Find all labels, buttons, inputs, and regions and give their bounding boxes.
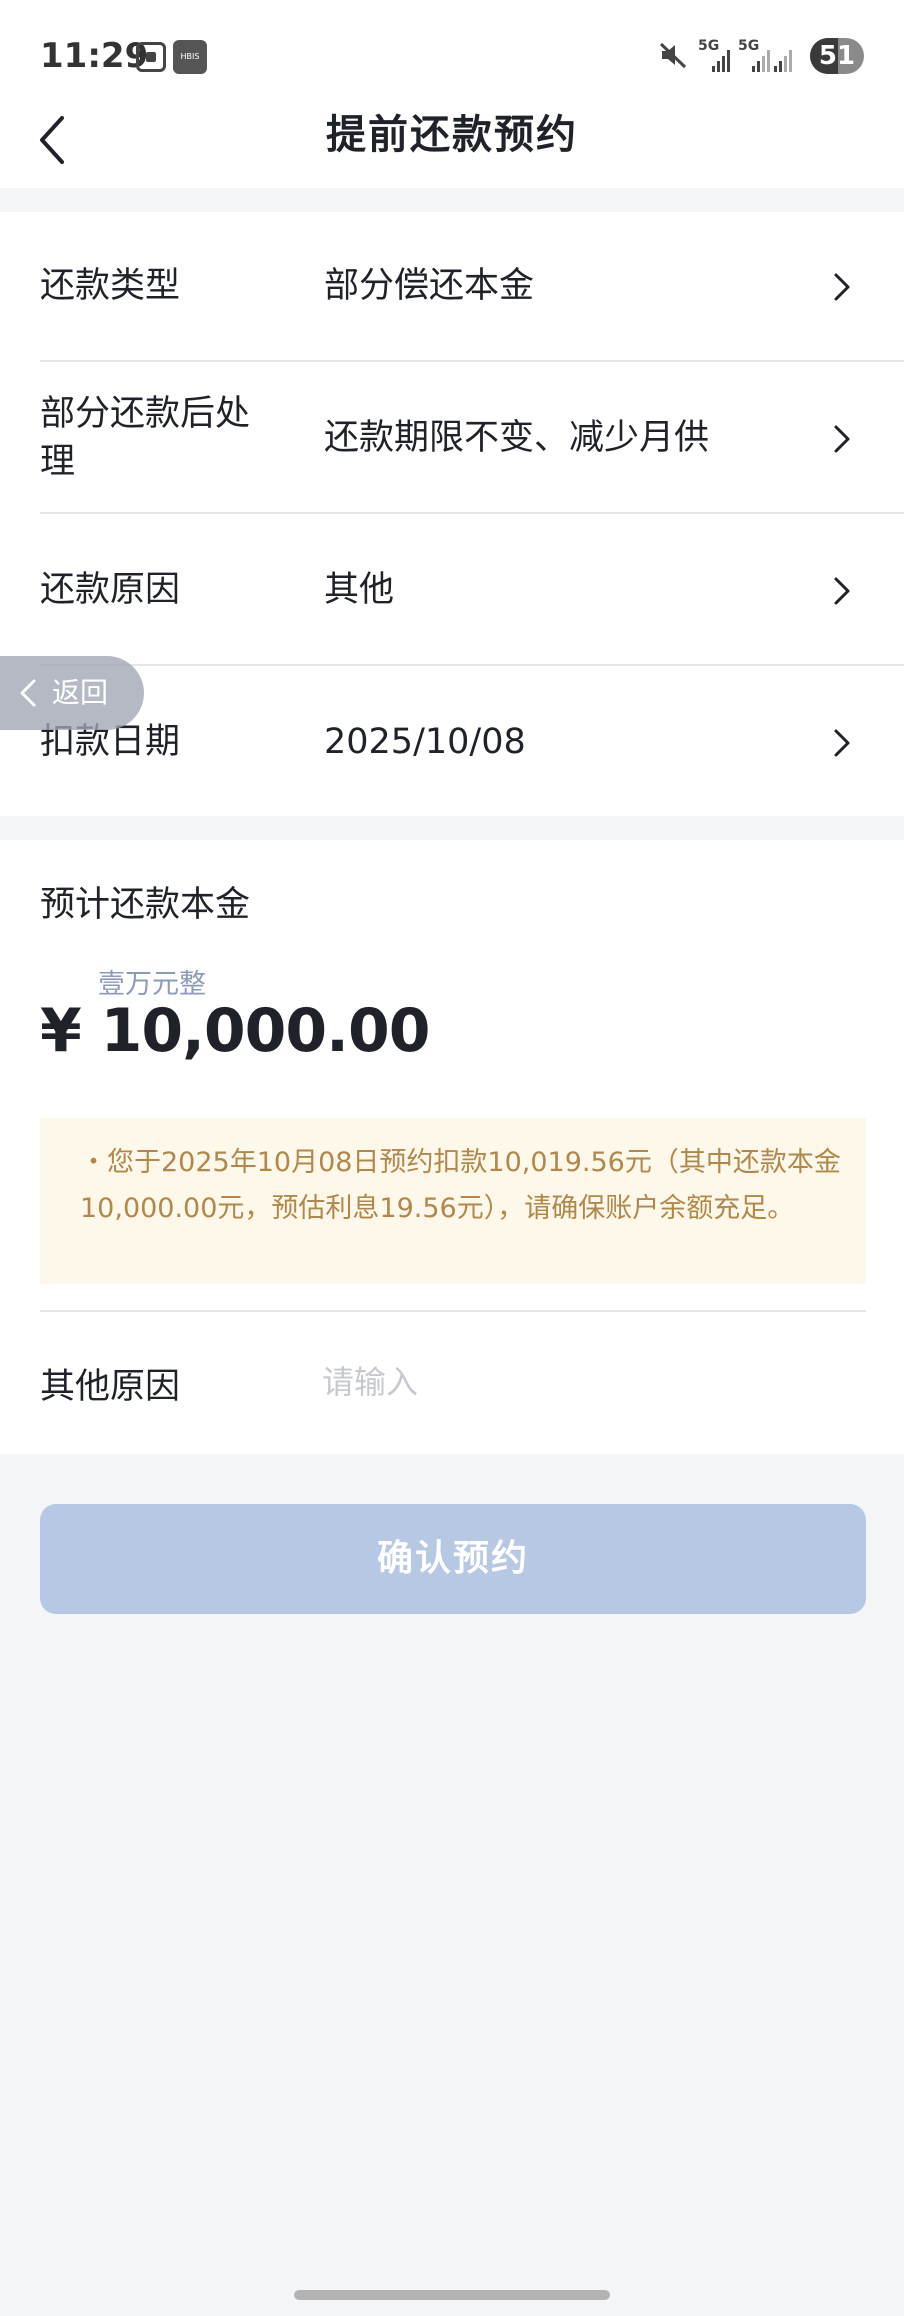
status-time: 11:29 xyxy=(40,36,149,76)
other-reason-label: 其他原因 xyxy=(40,1367,181,1407)
repayment-type-value: 部分偿还本金 xyxy=(324,266,535,306)
chevron-right-icon xyxy=(834,729,850,757)
page-title: 提前还款预约 xyxy=(326,112,578,158)
chevron-right-icon xyxy=(834,425,850,453)
chevron-right-icon xyxy=(834,273,850,301)
estimated-principal-label: 预计还款本金 xyxy=(40,885,251,925)
post-repayment-handling-label: 部分还款后处 理 xyxy=(40,394,251,482)
signal-5g-icon: 5G xyxy=(698,38,738,74)
chevron-left-icon xyxy=(20,679,36,707)
repayment-reason-value: 其他 xyxy=(324,570,395,610)
battery-label: 51 xyxy=(818,41,856,71)
other-reason-input[interactable] xyxy=(322,1352,842,1412)
amount-value: ¥ 10,000.00 xyxy=(40,996,430,1066)
deduction-date-row[interactable]: 扣款日期 2025/10/08 xyxy=(40,666,904,816)
post-repayment-handling-value: 还款期限不变、减少月供 xyxy=(324,418,710,458)
notice-box: ・您于2025年10月08日预约扣款10,019.56元（其中还款本金10,00… xyxy=(40,1118,866,1284)
amount-card: 预计还款本金 壹万元整 ¥ 10,000.00 ・您于2025年10月08日预约… xyxy=(0,840,904,1454)
home-indicator xyxy=(294,2290,610,2300)
page: 11:29 HBIS 5G 5G 51 提前还款预约 还款类型 部分偿还本金 部… xyxy=(0,0,904,2316)
mute-icon xyxy=(659,42,687,69)
screen-capture-icon xyxy=(136,42,166,72)
notice-text: ・您于2025年10月08日预约扣款10,019.56元（其中还款本金10,00… xyxy=(80,1147,841,1224)
app-badge-icon: HBIS xyxy=(173,40,207,74)
floating-back-button[interactable]: 返回 xyxy=(0,656,144,730)
chevron-right-icon xyxy=(834,577,850,605)
form-card: 还款类型 部分偿还本金 部分还款后处 理 还款期限不变、减少月供 还款原因 其他… xyxy=(0,212,904,816)
divider xyxy=(40,1310,866,1312)
repayment-reason-label: 还款原因 xyxy=(40,570,181,610)
nav-header: 提前还款预约 xyxy=(0,92,904,188)
repayment-reason-row[interactable]: 还款原因 其他 xyxy=(40,514,904,666)
repayment-type-row[interactable]: 还款类型 部分偿还本金 xyxy=(40,212,904,362)
wifi-signal-icon xyxy=(772,38,802,74)
post-repayment-handling-row[interactable]: 部分还款后处 理 还款期限不变、减少月供 xyxy=(40,362,904,514)
confirm-reservation-button[interactable]: 确认预约 xyxy=(40,1504,866,1614)
repayment-type-label: 还款类型 xyxy=(40,266,181,306)
floating-back-label: 返回 xyxy=(52,676,109,709)
deduction-date-value: 2025/10/08 xyxy=(324,722,526,762)
battery-icon: 51 xyxy=(810,38,864,74)
